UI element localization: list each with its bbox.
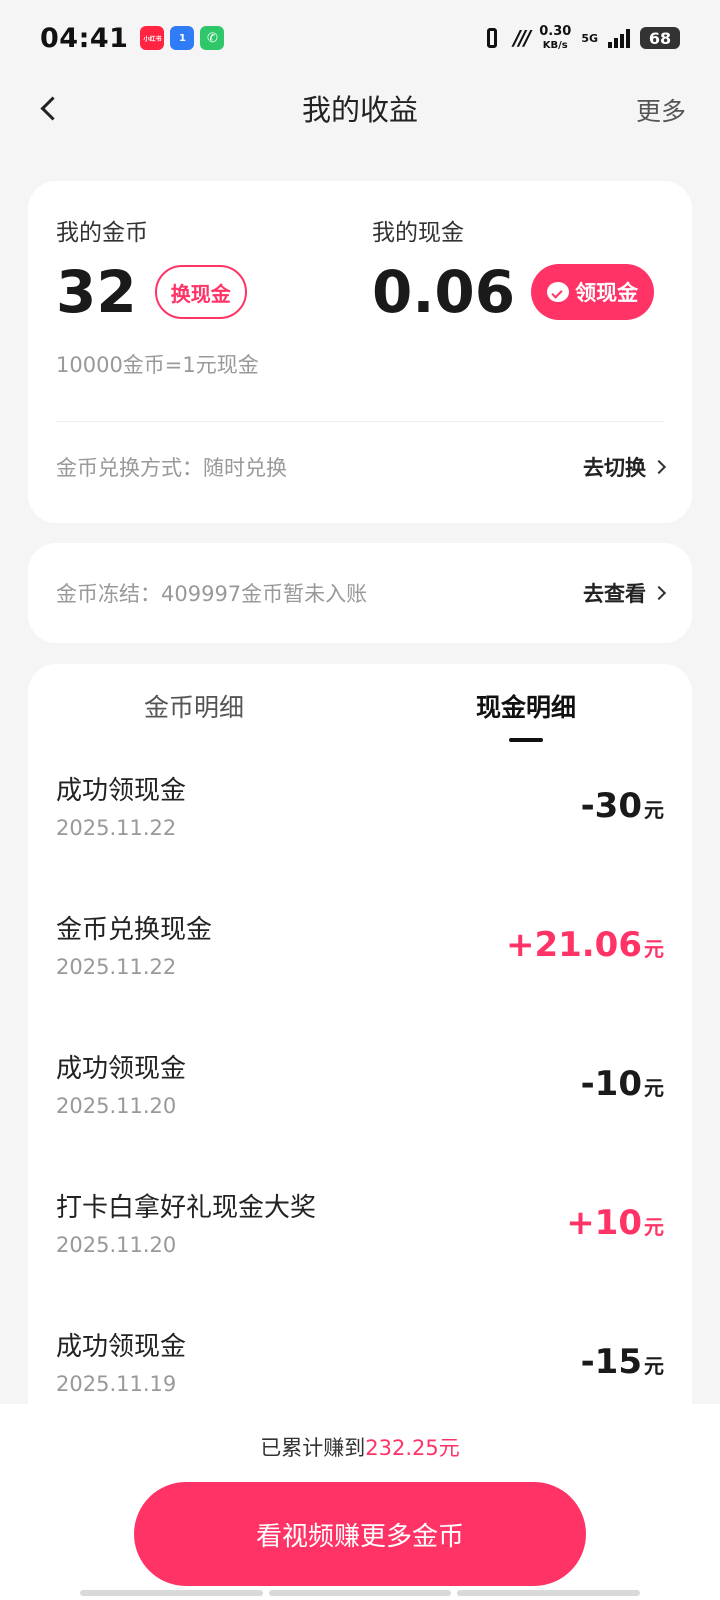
bottom-bar: 已累计赚到232.25元 看视频赚更多金币 xyxy=(0,1404,720,1600)
record-title: 成功领现金 xyxy=(56,1054,187,1084)
record-date: 2025.11.20 xyxy=(56,1094,177,1118)
record-title: 打卡白拿好礼现金大奖 xyxy=(56,1193,317,1223)
net-speed-unit: KB/s xyxy=(542,39,568,51)
list-item: 成功领现金 2025.11.22 -30 元 xyxy=(28,748,692,887)
withdraw-cash-button[interactable]: 领现金 xyxy=(531,264,655,320)
total-earned-label: 已累计赚到 xyxy=(260,1436,366,1460)
record-date: 2025.11.22 xyxy=(56,816,177,840)
view-frozen-label: 去查看 xyxy=(583,582,646,606)
record-date: 2025.11.20 xyxy=(56,1233,177,1257)
wechat-icon xyxy=(547,282,570,302)
chevron-right-icon xyxy=(651,585,667,601)
switch-mode-label: 去切换 xyxy=(583,456,646,480)
tab-coin-details[interactable]: 金币明细 xyxy=(28,664,360,748)
nfc-icon: /// xyxy=(513,26,531,50)
back-button[interactable] xyxy=(30,90,66,126)
tab-cash-details[interactable]: 现金明细 xyxy=(360,664,692,748)
notification-icons: 小红书 1 ✆ xyxy=(140,26,225,50)
exchange-cash-button[interactable]: 换现金 xyxy=(154,265,247,319)
cash-label: 我的现金 xyxy=(372,220,464,246)
phone-app-icon: ✆ xyxy=(200,26,225,50)
total-earned-value: 232.25元 xyxy=(365,1436,460,1460)
chevron-left-icon xyxy=(39,95,65,121)
withdraw-cash-label: 领现金 xyxy=(575,281,639,305)
net-speed: 0.30 KB/s xyxy=(539,25,571,52)
record-title: 成功领现金 xyxy=(56,776,187,806)
coins-value: 32 xyxy=(56,258,137,326)
exchange-mode-row: 金币兑换方式：随时兑换 去切换 xyxy=(56,439,667,495)
record-amount: -30 元 xyxy=(580,786,664,826)
more-button[interactable]: 更多 xyxy=(636,92,686,128)
status-bar: 04:41 小红书 1 ✆ /// 0.30 KB/s 5G 68 xyxy=(0,0,720,76)
record-amount: +21.06 元 xyxy=(505,925,664,965)
net-speed-value: 0.30 xyxy=(539,23,572,39)
record-amount: +10 元 xyxy=(566,1203,664,1243)
record-amount: -15 元 xyxy=(580,1342,664,1382)
cash-value: 0.06 xyxy=(372,258,516,326)
status-indicators: /// 0.30 KB/s 5G 68 xyxy=(481,25,680,52)
network-type: 5G xyxy=(581,31,598,45)
page-title: 我的收益 xyxy=(301,93,418,127)
switch-mode-link[interactable]: 去切换 xyxy=(583,452,667,482)
hotspot-app-icon: 1 xyxy=(170,26,195,50)
record-date: 2025.11.19 xyxy=(56,1372,177,1396)
balance-card: 我的金币 32 换现金 我的现金 0.06 领现金 10000金币=1元现金 金… xyxy=(28,181,692,523)
total-earned: 已累计赚到232.25元 xyxy=(0,1432,720,1462)
watch-video-button[interactable]: 看视频赚更多金币 xyxy=(134,1482,586,1586)
gesture-bar xyxy=(80,1590,641,1596)
details-card: 金币明细 现金明细 成功领现金 2025.11.22 -30 元 金币兑换现金 2… xyxy=(28,664,692,1424)
details-tabs: 金币明细 现金明细 xyxy=(28,664,692,748)
cash-section: 我的现金 0.06 领现金 xyxy=(372,213,655,326)
coins-section: 我的金币 32 换现金 xyxy=(56,213,247,325)
list-item: 成功领现金 2025.11.20 -10 元 xyxy=(28,1026,692,1165)
screen: 04:41 小红书 1 ✆ /// 0.30 KB/s 5G 68 我的收益 更… xyxy=(0,0,720,1600)
exchange-mode-text: 金币兑换方式：随时兑换 xyxy=(56,456,287,480)
list-item: 打卡白拿好礼现金大奖 2025.11.20 +10 元 xyxy=(28,1165,692,1304)
record-amount: -10 元 xyxy=(580,1064,664,1104)
chevron-right-icon xyxy=(651,459,667,475)
xiaohongshu-app-icon: 小红书 xyxy=(140,26,165,50)
coins-label: 我的金币 xyxy=(56,220,148,246)
divider xyxy=(56,421,664,422)
record-date: 2025.11.22 xyxy=(56,955,177,979)
view-frozen-link[interactable]: 去查看 xyxy=(583,578,667,608)
record-title: 成功领现金 xyxy=(56,1332,187,1362)
signal-icon xyxy=(608,28,630,48)
record-title: 金币兑换现金 xyxy=(56,915,213,945)
nav-bar: 我的收益 更多 xyxy=(0,76,720,140)
battery-icon: 68 xyxy=(640,27,680,49)
frozen-coins-card: 金币冻结：409997金币暂未入账 去查看 xyxy=(28,543,692,643)
exchange-rate: 10000金币=1元现金 xyxy=(56,353,259,377)
records-list: 成功领现金 2025.11.22 -30 元 金币兑换现金 2025.11.22 … xyxy=(28,748,692,1443)
vibrate-icon xyxy=(481,27,503,49)
list-item: 金币兑换现金 2025.11.22 +21.06 元 xyxy=(28,887,692,1026)
status-time: 04:41 xyxy=(40,22,129,54)
frozen-coins-text: 金币冻结：409997金币暂未入账 xyxy=(56,582,368,606)
